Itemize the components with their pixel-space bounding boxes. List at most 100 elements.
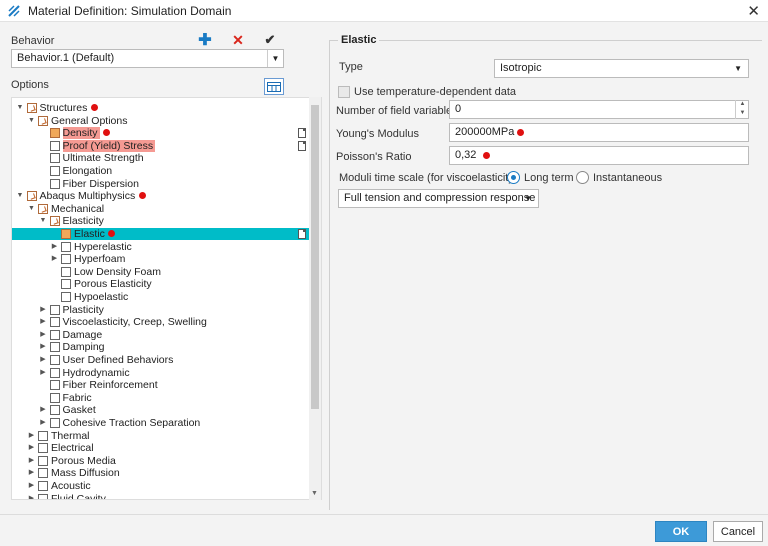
tree-item[interactable]: Elongation [12,165,308,177]
close-icon[interactable]: ✕ [747,2,760,20]
tree-checkbox[interactable] [38,443,48,454]
tree-checkbox[interactable] [38,481,48,491]
tree-item[interactable]: ▼ Mechanical [12,203,308,215]
scroll-down-icon[interactable]: ▼ [311,490,318,497]
tree-checkbox[interactable] [49,153,60,164]
chevron-down-icon[interactable]: ▼ [267,50,283,67]
add-behavior-icon[interactable]: ✚ [197,32,213,49]
tree-checkbox[interactable] [49,418,60,428]
expand-down-icon[interactable]: ▼ [16,190,25,202]
tree-item[interactable]: Hypoelastic [12,291,308,303]
expand-right-icon[interactable]: ▶ [39,329,48,341]
tree-checkbox[interactable] [49,342,60,353]
type-dropdown[interactable]: Isotropic ▼ [494,59,749,78]
tree-item[interactable]: ▶ User Defined Behaviors [12,354,308,366]
tree-item[interactable]: ▶ Viscoelasticity, Creep, Swelling [12,316,308,328]
tree-checkbox[interactable] [61,254,71,265]
document-icon[interactable] [298,128,306,139]
expand-right-icon[interactable]: ▶ [39,404,48,416]
tree-checkbox[interactable] [61,279,71,290]
document-icon[interactable] [298,229,306,239]
tree-item[interactable]: ▶ Thermal [12,430,308,442]
tree-item[interactable]: ▶ Fluid Cavity [12,493,308,499]
field-vars-input[interactable]: 0 [449,100,749,119]
tree-item[interactable]: ▼ General Options [12,115,308,127]
expand-right-icon[interactable]: ▶ [39,341,48,353]
confirm-behavior-icon[interactable]: ✔ [262,32,278,48]
tree-item[interactable]: ▼ Elasticity [12,215,308,227]
expand-down-icon[interactable]: ▼ [16,102,25,114]
tree-item[interactable]: ▶ Gasket [12,404,308,416]
delete-behavior-icon[interactable]: ✕ [230,32,246,48]
tree-checkbox[interactable] [38,203,48,214]
tree-checkbox[interactable] [49,380,60,391]
tree-item[interactable]: Low Density Foam [12,266,308,278]
tree-item[interactable]: Fiber Dispersion [12,178,308,190]
expand-right-icon[interactable]: ▶ [50,253,59,265]
long-term-radio[interactable] [507,171,520,184]
expand-right-icon[interactable]: ▶ [50,241,59,253]
tree-checkbox[interactable] [49,367,60,378]
expand-right-icon[interactable]: ▶ [39,367,48,379]
tree-item[interactable]: ▶ Acoustic [12,480,308,492]
tree-checkbox[interactable] [49,216,60,227]
tree-item[interactable]: Porous Elasticity [12,278,308,290]
expand-right-icon[interactable]: ▶ [27,480,36,492]
tree-item[interactable]: ▶ Mass Diffusion [12,467,308,479]
expand-right-icon[interactable]: ▶ [39,417,48,429]
tree-item[interactable]: ▶ Electrical [12,442,308,454]
expand-right-icon[interactable]: ▶ [39,304,48,316]
instantaneous-radio[interactable] [576,171,589,184]
tree-item[interactable]: Ultimate Strength [12,152,308,164]
tree-checkbox[interactable] [49,166,60,176]
expand-down-icon[interactable]: ▼ [27,115,36,127]
tree-item[interactable]: ▶ Cohesive Traction Separation [12,417,308,429]
tree-item[interactable]: Elastic [12,228,310,240]
tree-item[interactable]: ▶ Damping [12,341,308,353]
expand-right-icon[interactable]: ▶ [27,455,36,467]
tree-item[interactable]: Density [12,127,308,140]
document-icon[interactable] [298,140,306,151]
tree-item[interactable]: ▶ Damage [12,329,308,341]
tree-checkbox[interactable] [26,103,37,113]
expand-right-icon[interactable]: ▶ [27,493,36,499]
tree-checkbox[interactable] [61,241,71,252]
tree-checkbox[interactable] [49,355,60,365]
tree-checkbox[interactable] [61,266,71,277]
tree-item[interactable]: ▶ Hyperfoam [12,253,308,265]
youngs-modulus-input[interactable]: 200000MPa [449,123,749,142]
tree-item[interactable]: ▶ Porous Media [12,455,308,467]
tree-checkbox[interactable] [49,405,60,416]
tree-item[interactable]: ▶ Hydrodynamic [12,367,308,379]
options-tree[interactable]: ▼ Structures ▼ General Options Density Proof … [11,97,322,500]
stepper-down-icon[interactable]: ▼ [736,109,749,118]
tree-checkbox[interactable] [38,468,48,479]
tree-checkbox[interactable] [61,292,71,302]
tree-item[interactable]: Fabric [12,392,308,404]
tree-checkbox[interactable] [49,304,60,315]
expand-right-icon[interactable]: ▶ [27,467,36,479]
tree-checkbox[interactable] [38,493,48,499]
tree-item[interactable]: ▶ Plasticity [12,304,308,316]
poisson-ratio-input[interactable]: 0,32 [449,146,749,165]
tree-checkbox[interactable] [38,455,48,466]
expand-down-icon[interactable]: ▼ [39,215,48,227]
tree-item[interactable]: ▼ Structures [12,102,308,114]
expand-right-icon[interactable]: ▶ [27,430,36,442]
stepper-up-icon[interactable]: ▲ [736,100,749,109]
tree-checkbox[interactable] [49,140,60,151]
tree-checkbox[interactable] [26,191,37,202]
tree-checkbox[interactable] [49,128,60,139]
expand-right-icon[interactable]: ▶ [27,442,36,454]
options-view-button[interactable] [264,78,284,95]
response-dropdown[interactable]: Full tension and compression response ▼ [338,189,539,208]
expand-right-icon[interactable]: ▶ [39,354,48,366]
temp-dependent-checkbox[interactable] [338,86,350,98]
tree-item[interactable]: Fiber Reinforcement [12,379,308,391]
tree-checkbox[interactable] [49,178,60,189]
cancel-button[interactable]: Cancel [713,521,763,542]
ok-button[interactable]: OK [655,521,707,542]
tree-checkbox[interactable] [49,329,60,340]
tree-checkbox[interactable] [38,115,48,126]
tree-scrollbar[interactable]: ▼ [309,97,321,500]
